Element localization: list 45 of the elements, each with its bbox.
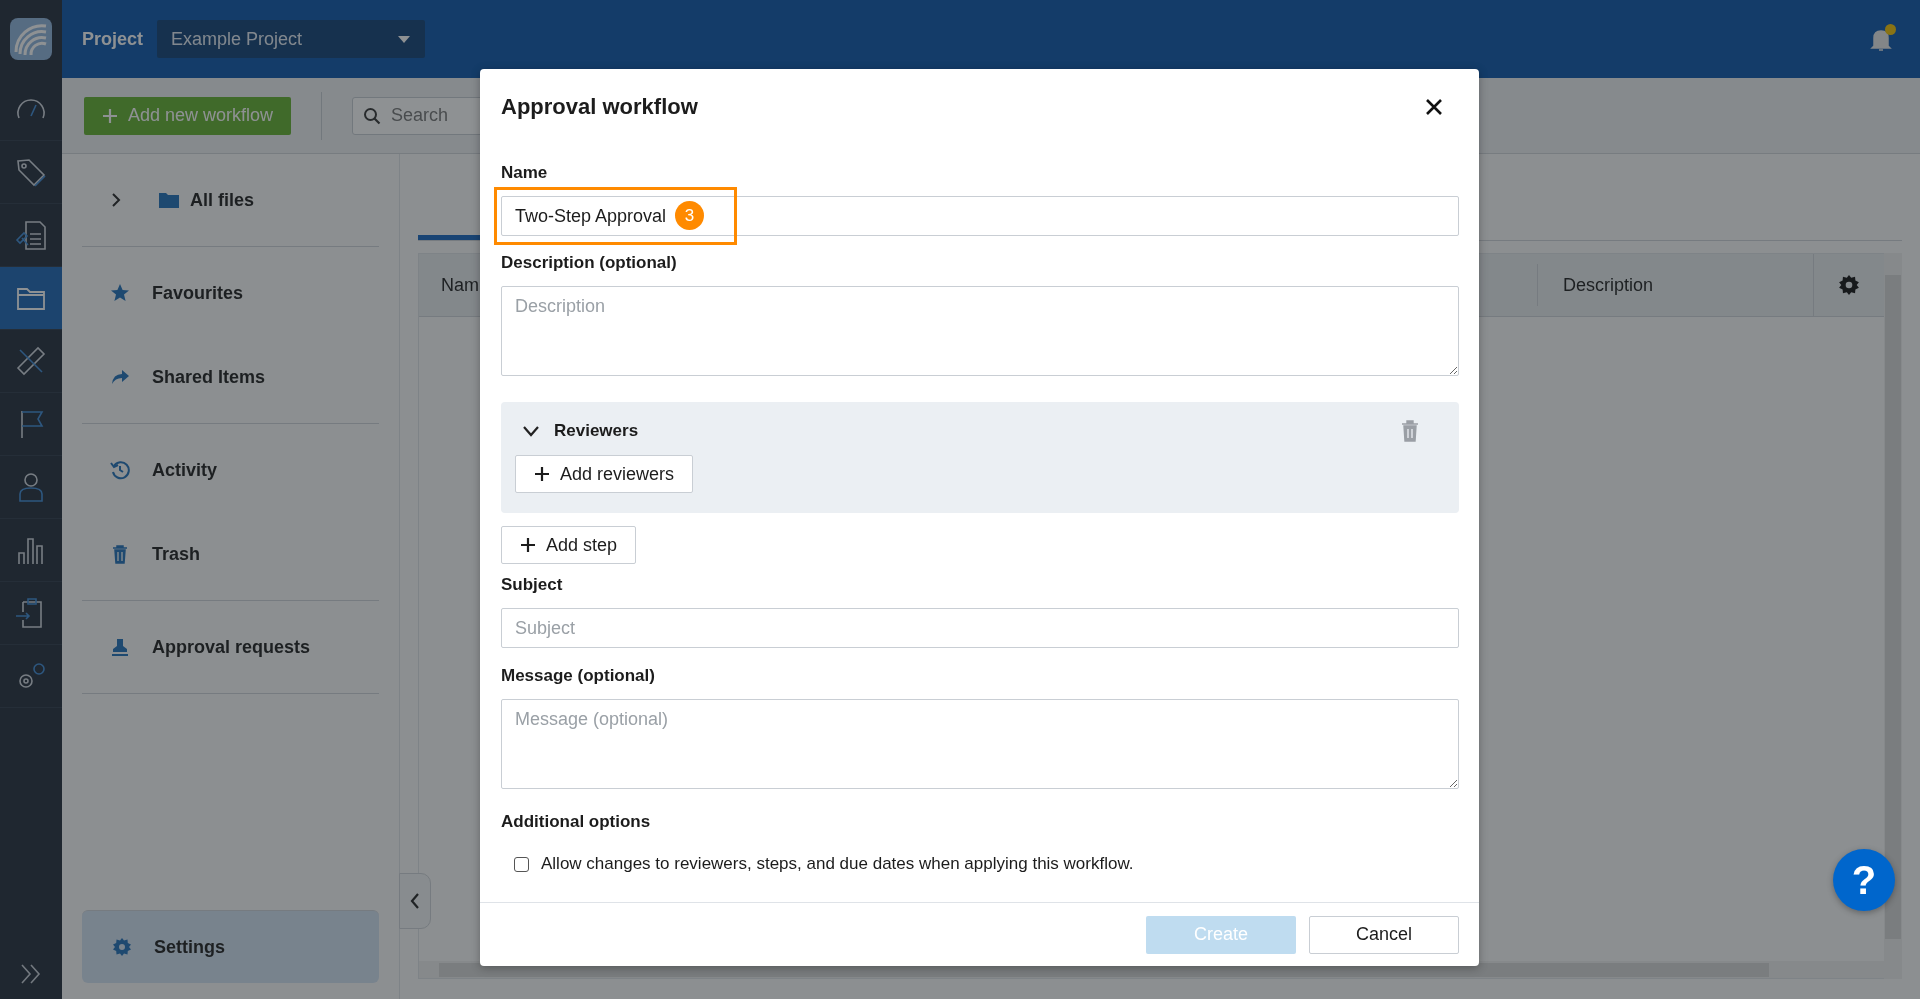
section-title: Additional options: [501, 812, 652, 832]
nav-item[interactable]: Approval requests: [82, 605, 379, 689]
add-reviewers-button[interactable]: Add reviewers: [515, 455, 694, 493]
stamp-icon: [110, 637, 130, 657]
project-dropdown[interactable]: Example Project: [157, 20, 426, 58]
field-label: Name: [501, 163, 549, 183]
project-label: Project: [82, 28, 144, 50]
checkbox[interactable]: [514, 856, 529, 872]
description-field[interactable]: Description: [501, 286, 1459, 376]
field-label: Description (optional): [501, 253, 678, 273]
checkbox-label: Allow changes to reviewers, steps, and due dates when applying this workflow.: [541, 854, 1134, 874]
plus-icon: [102, 107, 118, 124]
subject-field[interactable]: Subject: [501, 608, 1459, 648]
step-title: Reviewers: [554, 421, 639, 441]
settings-icon[interactable]: [1838, 274, 1860, 296]
trash-icon: [110, 544, 130, 564]
plus-icon: [534, 466, 550, 482]
vertical-scrollbar[interactable]: [1884, 253, 1902, 979]
gear-icon: [112, 937, 132, 957]
chevron-icon[interactable]: [522, 425, 540, 437]
ruler-pencil-icon: [14, 344, 48, 378]
settings-nav-item[interactable]: Settings: [82, 910, 379, 983]
nav-item[interactable]: Trash: [82, 512, 379, 596]
search-icon: [363, 106, 382, 125]
trash-icon[interactable]: [1401, 420, 1419, 442]
history-icon: [110, 460, 130, 480]
field-label: Subject: [501, 575, 564, 595]
nav-item[interactable]: Favourites: [82, 251, 379, 335]
add-step-button[interactable]: Add step: [501, 526, 637, 564]
caret-icon: [397, 34, 412, 44]
active-tab-indicator: [418, 235, 480, 240]
cancel-button[interactable]: Cancel: [1309, 915, 1459, 954]
close-icon[interactable]: [1425, 98, 1443, 116]
column-header[interactable]: Description: [1537, 264, 1813, 306]
logo-icon: [10, 18, 52, 60]
nav-item[interactable]: Shared Items: [82, 335, 379, 419]
message-field[interactable]: Message (optional): [501, 699, 1459, 789]
chevron-left-icon: [410, 893, 420, 909]
folder-icon: [158, 190, 180, 210]
plus-icon: [520, 537, 536, 553]
nav-item[interactable]: All files: [82, 158, 379, 242]
collapse-panel-button[interactable]: [399, 873, 431, 929]
star-icon: [110, 283, 130, 303]
nav-item[interactable]: Activity: [82, 428, 379, 512]
field-label: Message (optional): [501, 666, 656, 686]
